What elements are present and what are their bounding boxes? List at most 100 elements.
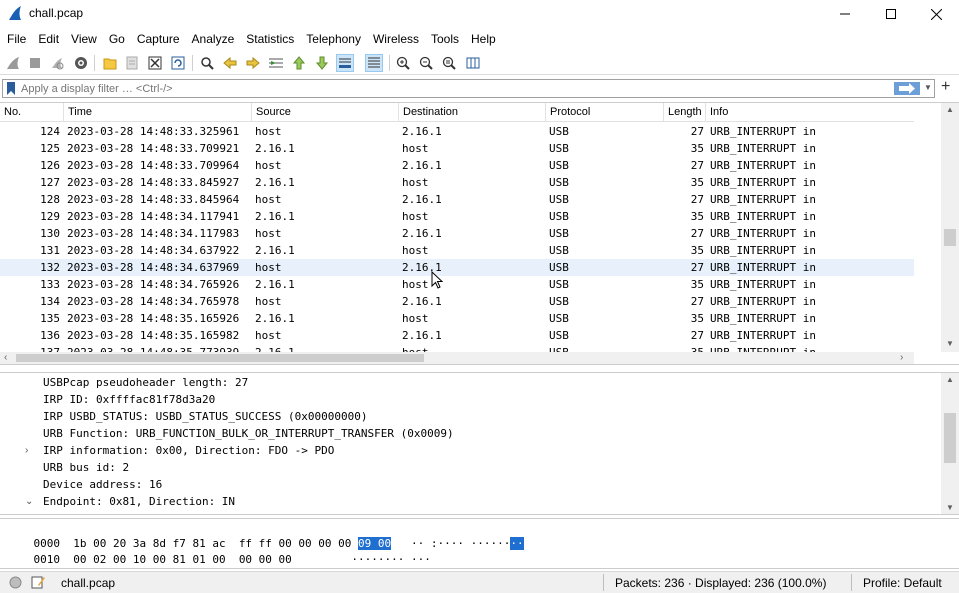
packet-row[interactable]: 126 2023-03-28 14:48:33.709964 host 2.16.1 U… (0, 157, 914, 174)
details-vscrollbar[interactable]: ▲ ▼ (941, 373, 959, 514)
detail-line[interactable]: URB Function: URB_FUNCTION_BULK_OR_INTER… (43, 427, 454, 440)
detail-line[interactable]: Endpoint: 0x81, Direction: IN (43, 495, 235, 508)
zoom-normal-icon[interactable] (440, 54, 458, 72)
packet-row[interactable]: 133 2023-03-28 14:48:34.765926 2.16.1 host U… (0, 276, 914, 293)
go-to-packet-icon[interactable] (267, 54, 285, 72)
display-filter-input[interactable] (21, 81, 881, 96)
add-filter-button[interactable]: + (941, 78, 950, 96)
capture-comment-icon[interactable] (31, 575, 45, 589)
menu-statistics[interactable]: Statistics (240, 29, 300, 51)
scroll-up-icon[interactable]: ▲ (946, 375, 954, 384)
scroll-thumb[interactable] (944, 229, 956, 246)
go-last-icon[interactable] (313, 54, 331, 72)
packet-row[interactable]: 125 2023-03-28 14:48:33.709921 2.16.1 host U… (0, 140, 914, 157)
column-length[interactable]: Length (664, 103, 706, 122)
menu-wireless[interactable]: Wireless (367, 29, 425, 51)
packet-row[interactable]: 129 2023-03-28 14:48:34.117941 2.16.1 host U… (0, 208, 914, 225)
column-destination[interactable]: Destination (399, 103, 546, 122)
save-file-icon[interactable] (123, 54, 141, 72)
packet-cell-dst: 2.16.1 (402, 193, 442, 206)
zoom-in-icon[interactable] (394, 54, 412, 72)
status-profile[interactable]: Profile: Default (863, 576, 942, 590)
packet-row[interactable]: 128 2023-03-28 14:48:33.845964 host 2.16.1 U… (0, 191, 914, 208)
restart-capture-icon[interactable] (48, 54, 66, 72)
column-source[interactable]: Source (252, 103, 399, 122)
chevron-down-icon[interactable]: ⌄ (25, 496, 33, 507)
packet-row[interactable]: 134 2023-03-28 14:48:34.765978 host 2.16.1 U… (0, 293, 914, 310)
shark-fin-start-icon[interactable] (4, 54, 22, 72)
packet-row[interactable]: 127 2023-03-28 14:48:33.845927 2.16.1 host U… (0, 174, 914, 191)
packet-list-hscrollbar[interactable]: ‹ › (0, 352, 914, 364)
scroll-down-icon[interactable]: ▼ (946, 339, 954, 348)
column-time[interactable]: Time (64, 103, 252, 122)
find-packet-icon[interactable] (198, 54, 216, 72)
apply-filter-button[interactable] (894, 82, 920, 95)
bookmark-icon[interactable] (5, 82, 17, 95)
display-filter-bar: ▼ + (0, 78, 959, 100)
scroll-thumb[interactable] (944, 413, 956, 463)
menu-help[interactable]: Help (465, 29, 502, 51)
packet-row[interactable]: 135 2023-03-28 14:48:35.165926 2.16.1 host U… (0, 310, 914, 327)
close-file-icon[interactable] (146, 54, 164, 72)
scroll-right-icon[interactable]: › (900, 352, 903, 363)
menu-tools[interactable]: Tools (425, 29, 465, 51)
packet-cell-len: 35 (690, 244, 704, 257)
colorize-icon[interactable] (365, 54, 383, 72)
packet-cell-len: 27 (690, 125, 704, 138)
packet-cell-info: URB_INTERRUPT in (710, 295, 816, 308)
autoscroll-icon[interactable] (336, 54, 354, 72)
chevron-right-icon[interactable]: › (25, 445, 28, 456)
menu-telephony[interactable]: Telephony (300, 29, 367, 51)
detail-line[interactable]: IRP ID: 0xffffac81f78d3a20 (43, 393, 215, 406)
column-protocol[interactable]: Protocol (546, 103, 664, 122)
packet-cell-time: 2023-03-28 14:48:34.117983 (67, 227, 240, 240)
ascii-bytes-selected: ·· (510, 537, 524, 550)
scroll-left-icon[interactable]: ‹ (4, 352, 7, 363)
detail-line[interactable]: Device address: 16 (43, 478, 162, 491)
detail-line[interactable]: USBPcap pseudoheader length: 27 (43, 376, 248, 389)
detail-line[interactable]: URB bus id: 2 (43, 461, 129, 474)
go-forward-icon[interactable] (244, 54, 262, 72)
go-first-icon[interactable] (290, 54, 308, 72)
packet-list-header: No. Time Source Destination Protocol Len… (0, 103, 914, 122)
menu-edit[interactable]: Edit (32, 29, 65, 51)
maximize-button[interactable] (868, 0, 914, 28)
go-back-icon[interactable] (221, 54, 239, 72)
packet-cell-dst: 2.16.1 (402, 329, 442, 342)
menu-view[interactable]: View (65, 29, 103, 51)
menu-capture[interactable]: Capture (131, 29, 186, 51)
packet-list-vscrollbar[interactable]: ▲ ▼ (941, 103, 959, 352)
packet-details: USBPcap pseudoheader length: 27 IRP ID: 0… (0, 372, 959, 515)
capture-options-icon[interactable] (72, 54, 90, 72)
open-file-icon[interactable] (101, 54, 119, 72)
packet-cell-info: URB_INTERRUPT in (710, 227, 816, 240)
reload-file-icon[interactable] (169, 54, 187, 72)
expert-info-icon[interactable] (9, 576, 22, 589)
packet-row[interactable]: 131 2023-03-28 14:48:34.637922 2.16.1 host U… (0, 242, 914, 259)
packet-cell-proto: USB (549, 210, 569, 223)
stop-capture-icon[interactable] (26, 54, 44, 72)
menu-analyze[interactable]: Analyze (186, 29, 241, 51)
scroll-up-icon[interactable]: ▲ (946, 105, 954, 114)
resize-columns-icon[interactable] (464, 54, 482, 72)
packet-row[interactable]: 130 2023-03-28 14:48:34.117983 host 2.16.1 U… (0, 225, 914, 242)
detail-line[interactable]: IRP USBD_STATUS: USBD_STATUS_SUCCESS (0x… (43, 410, 368, 423)
menu-go[interactable]: Go (103, 29, 131, 51)
minimize-button[interactable] (822, 0, 868, 28)
packet-row[interactable]: 132 2023-03-28 14:48:34.637969 host 2.16.1 U… (0, 259, 914, 276)
packet-row[interactable]: 1372023-03-28 14:48:35.7739392.16.1hostU… (0, 344, 914, 352)
packet-cell-proto: USB (549, 142, 569, 155)
detail-line[interactable]: IRP information: 0x00, Direction: FDO ->… (43, 444, 334, 457)
close-button[interactable] (913, 0, 959, 28)
packet-cell-dst: 2.16.1 (402, 227, 442, 240)
menu-file[interactable]: File (1, 29, 32, 51)
scroll-down-icon[interactable]: ▼ (946, 503, 954, 512)
packet-cell-src: host (255, 329, 282, 342)
zoom-out-icon[interactable] (417, 54, 435, 72)
hscroll-thumb[interactable] (16, 354, 424, 362)
column-info[interactable]: Info (706, 103, 914, 122)
packet-row[interactable]: 124 2023-03-28 14:48:33.325961 host 2.16.1 U… (0, 123, 914, 140)
column-no[interactable]: No. (0, 103, 64, 122)
chevron-down-icon[interactable]: ▼ (924, 83, 932, 92)
packet-row[interactable]: 136 2023-03-28 14:48:35.165982 host 2.16.1 U… (0, 327, 914, 344)
